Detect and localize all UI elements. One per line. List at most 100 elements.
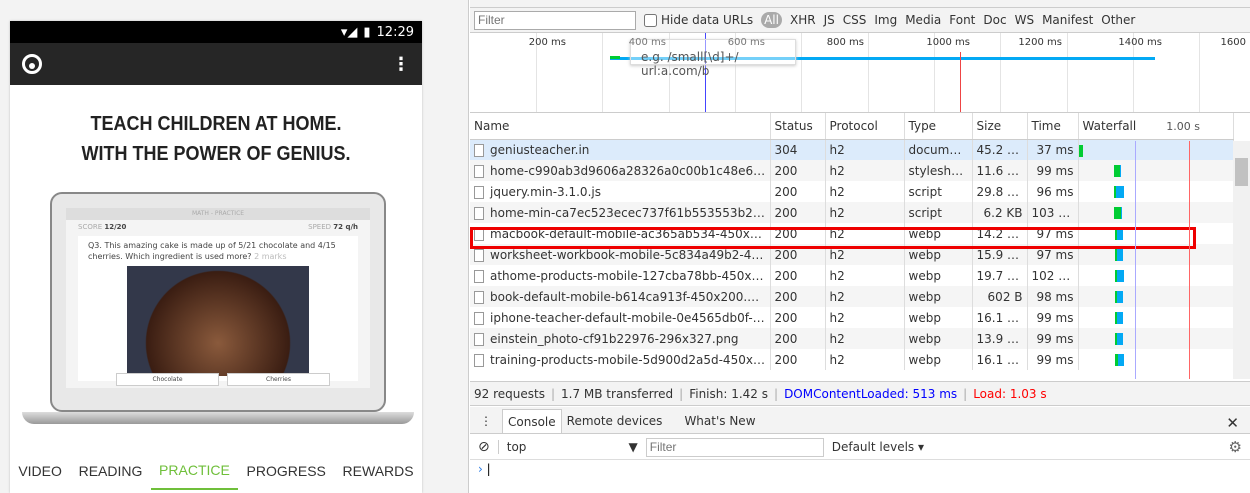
request-status: 200: [770, 265, 826, 286]
console-filter-input[interactable]: [645, 437, 824, 457]
request-row[interactable]: athome-products-mobile-127cba78bb-450x33…: [470, 265, 1234, 286]
type-filter-font[interactable]: Font: [949, 13, 975, 27]
clear-console-icon[interactable]: ⊘: [478, 439, 490, 455]
request-size: 6.2 KB: [972, 202, 1028, 223]
type-filter-manifest[interactable]: Manifest: [1042, 13, 1093, 27]
nav-progress[interactable]: PROGRESS: [239, 453, 334, 489]
request-protocol: h2: [825, 139, 905, 160]
waterfall-download-bar: [1115, 186, 1124, 198]
col-name[interactable]: Name: [470, 113, 771, 140]
request-row[interactable]: training-products-mobile-5d900d2a5d-450x…: [470, 349, 1234, 370]
hide-data-urls-label: Hide data URLs: [661, 13, 754, 27]
nav-rewards[interactable]: REWARDS: [335, 453, 422, 489]
hero-headline: TEACH CHILDREN AT HOME. WITH THE POWER O…: [81, 113, 351, 165]
nav-reading[interactable]: READING: [71, 453, 151, 489]
context-select[interactable]: top ▼: [497, 440, 638, 454]
col-protocol[interactable]: Protocol: [825, 113, 905, 140]
request-row[interactable]: jquery.min-3.1.0.js 200 h2 script 29.8 K…: [470, 181, 1234, 202]
request-status: 200: [770, 202, 826, 223]
device-emulator-pane: ▾◢ ▮ 12:29 ⋮ TEACH CHILDREN AT HOME. WIT…: [0, 0, 469, 493]
request-time: 96 ms: [1027, 181, 1079, 202]
tab-whats-new[interactable]: What's New: [679, 409, 760, 433]
logo-icon[interactable]: [22, 54, 42, 74]
waterfall-download-bar: [1119, 165, 1121, 177]
type-filter-media[interactable]: Media: [905, 13, 941, 27]
col-waterfall[interactable]: Waterfall 1.00 s: [1078, 113, 1234, 140]
request-row[interactable]: einstein_photo-cf91b22976-296x327.png 20…: [470, 328, 1234, 349]
request-type: webp: [904, 328, 973, 349]
nav-video[interactable]: VIDEO: [10, 453, 70, 489]
file-icon: [474, 311, 484, 325]
console-prompt[interactable]: › |: [478, 462, 491, 476]
type-filter-ws[interactable]: WS: [1015, 13, 1034, 27]
col-type[interactable]: Type: [904, 113, 973, 140]
request-row[interactable]: book-default-mobile-b614ca913f-450x200.p…: [470, 286, 1234, 307]
request-name[interactable]: home-c990ab3d9606a28326a0c00b1c48e627.cs…: [470, 160, 771, 181]
type-filter-other[interactable]: Other: [1101, 13, 1135, 27]
timeline-overview[interactable]: 200 ms 400 ms 600 ms 800 ms 1000 ms 1200…: [470, 33, 1250, 113]
request-row[interactable]: iphone-teacher-default-mobile-0e4565db0f…: [470, 307, 1234, 328]
filter-input[interactable]: [474, 10, 636, 30]
type-filter-all[interactable]: All: [761, 12, 782, 28]
request-name[interactable]: iphone-teacher-default-mobile-0e4565db0f…: [470, 307, 771, 328]
request-type: webp: [904, 307, 973, 328]
col-status[interactable]: Status: [770, 113, 826, 140]
request-name[interactable]: training-products-mobile-5d900d2a5d-450x…: [470, 349, 771, 370]
type-filter-js[interactable]: JS: [824, 13, 835, 27]
status-bar: ▾◢ ▮ 12:29: [10, 21, 422, 43]
request-type: webp: [904, 265, 973, 286]
request-name[interactable]: geniusteacher.in: [470, 139, 771, 160]
table-scrollbar[interactable]: [1233, 141, 1250, 379]
levels-dropdown[interactable]: Default levels ▾: [832, 440, 924, 454]
drawer-menu-icon[interactable]: ⋮: [470, 409, 502, 433]
type-filter-css[interactable]: CSS: [843, 13, 867, 27]
request-type: webp: [904, 349, 973, 370]
finish-time: Finish: 1.42 s: [689, 386, 769, 401]
score: 12/20: [104, 223, 127, 231]
request-size: 602 B: [972, 286, 1028, 307]
settings-gear-icon[interactable]: ⚙: [1229, 438, 1242, 456]
battery-icon: ▮: [363, 24, 371, 40]
request-name[interactable]: jquery.min-3.1.0.js: [470, 181, 771, 202]
waterfall-wait-bar: [1078, 144, 1083, 157]
request-name[interactable]: einstein_photo-cf91b22976-296x327.png: [470, 328, 771, 349]
request-protocol: h2: [825, 181, 905, 202]
cake-image: [127, 266, 309, 376]
request-name[interactable]: home-min-ca7ec523ecec737f61b553553b2296b…: [470, 202, 771, 223]
tab-console[interactable]: Console: [502, 409, 562, 433]
request-type: webp: [904, 286, 973, 307]
request-row[interactable]: home-c990ab3d9606a28326a0c00b1c48e627.cs…: [470, 160, 1234, 181]
transferred-size: 1.7 MB transferred: [561, 386, 674, 401]
highlight-box: [470, 227, 1196, 249]
waterfall-download-bar: [1116, 291, 1123, 303]
col-time[interactable]: Time: [1027, 113, 1079, 140]
nav-practice[interactable]: PRACTICE: [151, 452, 238, 490]
type-filter-img[interactable]: Img: [874, 13, 897, 27]
request-row[interactable]: home-min-ca7ec523ecec737f61b553553b2296b…: [470, 202, 1234, 223]
request-status: 200: [770, 181, 826, 202]
type-filter-doc[interactable]: Doc: [983, 13, 1006, 27]
type-filter-xhr[interactable]: XHR: [790, 13, 816, 27]
more-menu-icon[interactable]: ⋮: [392, 54, 410, 75]
request-count: 92 requests: [474, 386, 545, 401]
question: Q3. This amazing cake is made up of 5/21…: [88, 241, 336, 261]
request-time: 99 ms: [1027, 349, 1079, 370]
col-size[interactable]: Size: [972, 113, 1028, 140]
screen-title: MATH - PRACTICE: [66, 208, 370, 220]
request-type: document: [904, 139, 973, 160]
request-protocol: h2: [825, 160, 905, 181]
hide-data-urls-checkbox[interactable]: [644, 13, 657, 27]
request-size: 45.2 KB: [972, 139, 1028, 160]
tick: 800 ms: [826, 37, 864, 48]
tab-remote-devices[interactable]: Remote devices: [562, 409, 668, 433]
close-drawer-icon[interactable]: ✕: [1221, 409, 1244, 433]
tick: 1600: [1220, 37, 1246, 48]
bottom-nav: VIDEO READING PRACTICE PROGRESS REWARDS: [10, 449, 422, 493]
waterfall-wait-bar: [1113, 207, 1121, 219]
request-name[interactable]: book-default-mobile-b614ca913f-450x200.p…: [470, 286, 771, 307]
request-row[interactable]: geniusteacher.in 304 h2 document 45.2 KB…: [470, 139, 1234, 160]
request-protocol: h2: [825, 265, 905, 286]
request-name[interactable]: athome-products-mobile-127cba78bb-450x33…: [470, 265, 771, 286]
request-status: 200: [770, 286, 826, 307]
app-bar: ⋮: [10, 43, 422, 85]
